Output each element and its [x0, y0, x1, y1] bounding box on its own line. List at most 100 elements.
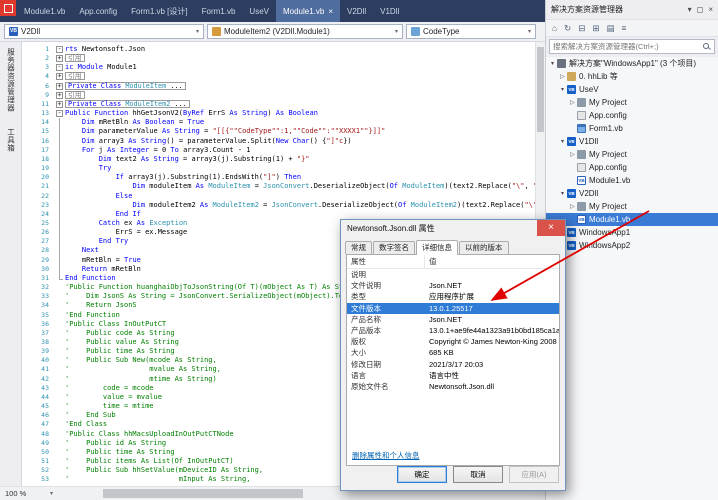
dialog-tab[interactable]: 详细信息 — [416, 240, 458, 255]
outline-margin — [54, 173, 65, 183]
cancel-button[interactable]: 取消 — [453, 466, 503, 483]
collapsed-region[interactable]: 引用 — [65, 72, 85, 81]
outline-expand-icon[interactable]: + — [56, 55, 63, 63]
collapsed-region[interactable]: Private Class ModuleItem2 ... — [65, 99, 190, 108]
tree-item[interactable]: ▷ My Project — [546, 148, 718, 161]
tree-item[interactable]: App.config — [546, 161, 718, 174]
outline-guide — [59, 127, 60, 137]
panel-title-icons: ▾ ◻ × — [688, 5, 713, 14]
tree-expanded-arrow-icon[interactable]: ▾ — [558, 190, 567, 197]
properties-icon[interactable]: ≡ — [622, 24, 627, 33]
outline-collapse-icon[interactable]: - — [56, 64, 63, 72]
tree-collapsed-arrow-icon[interactable]: ▷ — [568, 99, 577, 106]
outline-collapse-icon[interactable]: - — [56, 110, 63, 118]
property-row[interactable]: 产品名称 Json.NET — [347, 314, 559, 325]
property-row[interactable]: 版权 Copyright © James Newton-King 2008 — [347, 336, 559, 347]
tree-item[interactable]: ▷ My Project — [546, 96, 718, 109]
tree-item[interactable]: VB Module1.vb — [546, 213, 718, 226]
vb-project-icon: VB — [9, 27, 18, 36]
pending-changes-filter-icon[interactable]: ⊞ — [592, 24, 599, 33]
line-number: 3 — [45, 63, 49, 72]
chevron-down-icon[interactable]: ▾ — [688, 5, 692, 14]
dialog-title-bar[interactable]: Newtonsoft.Json.dll 属性 — [341, 220, 565, 237]
outline-expand-icon[interactable]: + — [56, 82, 63, 90]
tree-item[interactable]: ▾ 解决方案"WindowsApp1" (3 个项目) — [546, 57, 718, 70]
property-row[interactable]: 产品版本 13.0.1+ae9fe44a1323a91b0bd185ca1a — [347, 325, 559, 336]
close-icon[interactable]: × — [708, 5, 713, 14]
property-row[interactable]: 文件说明 Json.NET — [347, 280, 559, 291]
tool-window-tab[interactable]: 服务器资源管理器 — [5, 48, 17, 112]
search-input[interactable] — [553, 42, 700, 51]
collapse-all-icon[interactable]: ⊟ — [578, 24, 585, 33]
tool-window-tab[interactable]: 工具箱 — [5, 128, 17, 152]
tree-item[interactable]: ▷ My Project — [546, 200, 718, 213]
panel-title-bar[interactable]: 解决方案资源管理器 ▾ ◻ × — [546, 0, 718, 19]
tree-item[interactable]: ▾ VB UseV — [546, 83, 718, 96]
close-icon[interactable]: × — [328, 7, 333, 16]
collapsed-region[interactable]: 引用 — [65, 54, 85, 63]
dialog-close-button[interactable]: × — [537, 220, 565, 236]
member-dropdown[interactable]: CodeType ▾ — [406, 24, 536, 39]
outline-margin — [54, 301, 65, 310]
property-value: 应用程序扩展 — [429, 292, 474, 302]
outline-expand-icon[interactable]: + — [56, 91, 63, 99]
tree-collapsed-arrow-icon[interactable]: ▷ — [568, 203, 577, 210]
document-tab[interactable]: V2Dll — [340, 0, 373, 22]
tree-expanded-arrow-icon[interactable]: ▾ — [558, 86, 567, 93]
tree-item[interactable]: Form1.vb — [546, 122, 718, 135]
tree-item[interactable]: ▾ VB V1Dll — [546, 135, 718, 148]
float-window-icon[interactable]: ◻ — [697, 5, 704, 14]
tree-collapsed-arrow-icon[interactable]: ▷ — [558, 73, 567, 80]
tree-item-label: Module1.vb — [589, 215, 631, 224]
collapsed-region[interactable]: 引用 — [65, 90, 85, 99]
scrollbar-thumb[interactable] — [103, 489, 303, 498]
outline-expand-icon[interactable]: + — [56, 73, 63, 81]
property-value: 2021/3/17 20:03 — [429, 359, 484, 369]
property-row[interactable]: 大小 685 KB — [347, 347, 559, 358]
property-row[interactable]: 原始文件名 Newtonsoft.Json.dll — [347, 381, 559, 392]
document-tab[interactable]: UseV — [242, 0, 276, 22]
tree-item[interactable]: ▾ VB V2Dll — [546, 187, 718, 200]
tree-item[interactable]: App.config — [546, 109, 718, 122]
document-tab[interactable]: Form1.vb [设计] — [124, 0, 194, 22]
property-row[interactable]: 说明 — [347, 269, 559, 280]
tree-item[interactable]: ▷VBWindowsApp1 — [546, 226, 718, 239]
document-tab[interactable]: Form1.vb — [195, 0, 243, 22]
tree-expanded-arrow-icon[interactable]: ▾ — [558, 138, 567, 145]
tree-expanded-arrow-icon[interactable]: ▾ — [548, 60, 557, 67]
line-number: 32 — [41, 283, 49, 292]
document-tab[interactable]: Module1.vb × — [275, 0, 341, 22]
outline-collapse-icon[interactable]: - — [56, 46, 63, 53]
tree-item[interactable]: ▷VBWindowsApp2 — [546, 239, 718, 252]
line-number: 17 — [41, 145, 49, 154]
document-tab[interactable]: App.config — [72, 0, 124, 22]
dialog-tab[interactable]: 以前的版本 — [459, 241, 509, 254]
collapsed-region[interactable]: Private Class ModuleItem ... — [65, 81, 186, 90]
show-all-files-icon[interactable]: ▤ — [607, 24, 615, 33]
property-row[interactable]: 文件版本 13.0.1.25517 — [347, 302, 559, 314]
code-line: 22 Else — [22, 191, 535, 201]
ok-button[interactable]: 确定 — [397, 466, 447, 483]
code-text: 引用 — [65, 90, 535, 100]
remove-properties-link[interactable]: 删除属性和个人信息 — [352, 450, 420, 461]
document-tab[interactable]: V1Dll — [373, 0, 406, 22]
dialog-tab[interactable]: 常规 — [345, 241, 372, 254]
property-row[interactable]: 语言 语言中性 — [347, 370, 559, 381]
outline-expand-icon[interactable]: + — [56, 100, 63, 108]
document-tab[interactable]: Module1.vb — [17, 0, 72, 22]
tree-item[interactable]: VB Module1.vb — [546, 174, 718, 187]
project-dropdown[interactable]: VB V2Dll ▾ — [4, 24, 204, 39]
scrollbar-thumb[interactable] — [537, 47, 544, 132]
home-icon[interactable]: ⌂ — [552, 24, 557, 33]
tree-item[interactable]: ▷ 0. hhLib 等 — [546, 70, 718, 83]
dialog-tab[interactable]: 数字签名 — [373, 241, 415, 254]
zoom-control[interactable]: 100 % ▾ — [0, 486, 58, 500]
search-box[interactable] — [549, 39, 715, 54]
line-number: 47 — [41, 420, 49, 429]
type-dropdown[interactable]: ModuleItem2 (V2Dll.Module1) ▾ — [207, 24, 403, 39]
tree-collapsed-arrow-icon[interactable]: ▷ — [568, 151, 577, 158]
property-row[interactable]: 类型 应用程序扩展 — [347, 291, 559, 302]
sync-with-active-document-icon[interactable]: ↻ — [564, 24, 571, 33]
code-text: Public Function hhGetJsonV2(ByRef ErrS A… — [65, 109, 318, 118]
property-row[interactable]: 修改日期 2021/3/17 20:03 — [347, 359, 559, 370]
